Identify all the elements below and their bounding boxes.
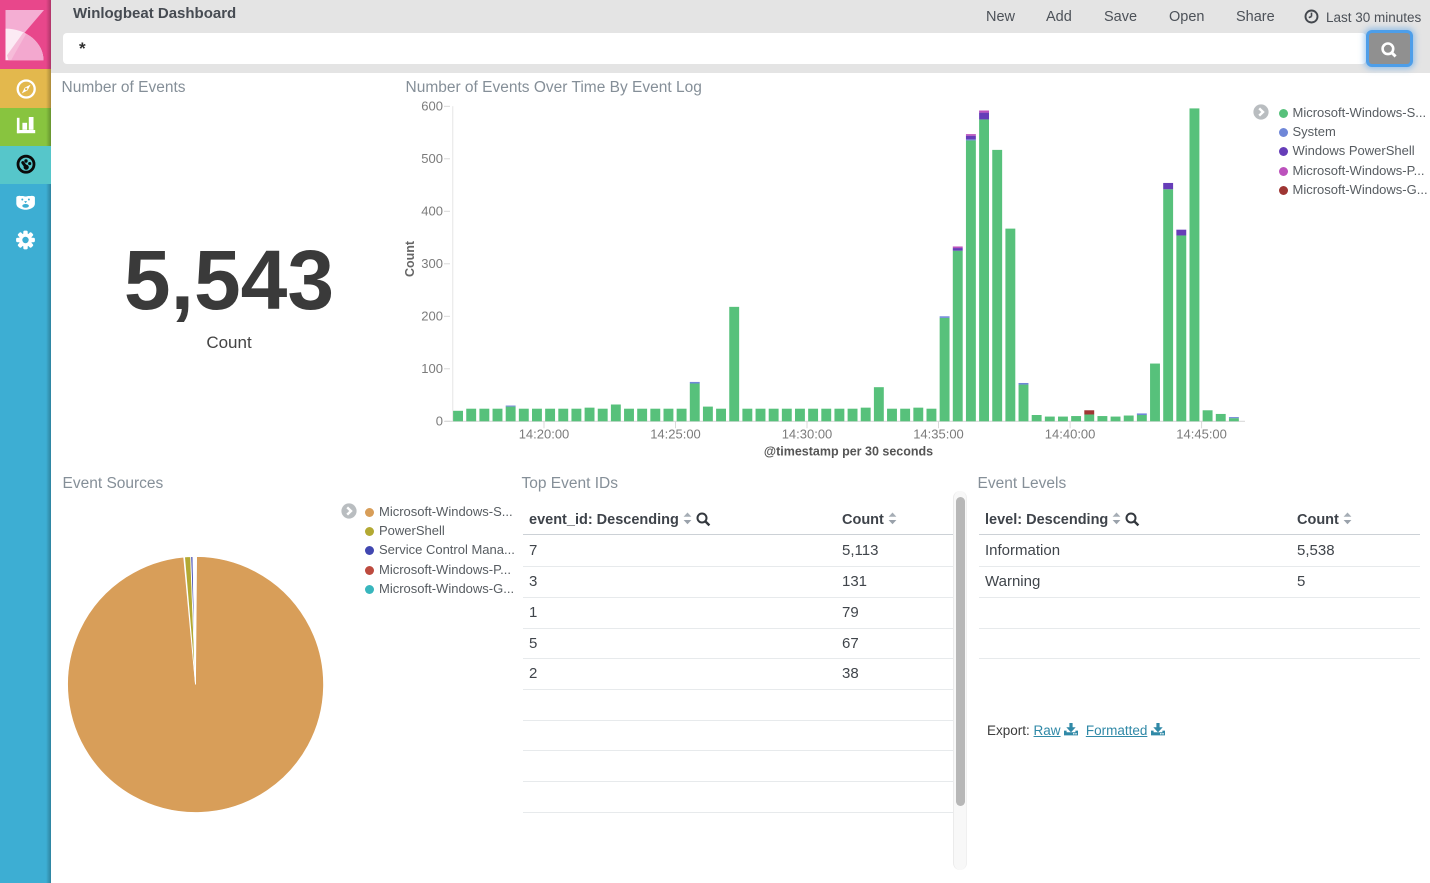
svg-text:400: 400	[421, 204, 443, 219]
svg-text:14:20:00: 14:20:00	[519, 427, 570, 442]
svg-text:14:25:00: 14:25:00	[650, 427, 701, 442]
svg-text:@timestamp per 30 seconds: @timestamp per 30 seconds	[764, 445, 933, 459]
svg-text:14:35:00: 14:35:00	[913, 427, 964, 442]
svg-text:600: 600	[421, 99, 443, 114]
svg-text:14:30:00: 14:30:00	[782, 427, 833, 442]
svg-text:0: 0	[436, 414, 443, 429]
svg-text:200: 200	[421, 309, 443, 324]
svg-text:Count: Count	[403, 240, 417, 277]
svg-text:300: 300	[421, 256, 443, 271]
svg-text:14:45:00: 14:45:00	[1176, 427, 1227, 442]
svg-text:500: 500	[421, 151, 443, 166]
svg-text:100: 100	[421, 361, 443, 376]
svg-text:14:40:00: 14:40:00	[1045, 427, 1096, 442]
